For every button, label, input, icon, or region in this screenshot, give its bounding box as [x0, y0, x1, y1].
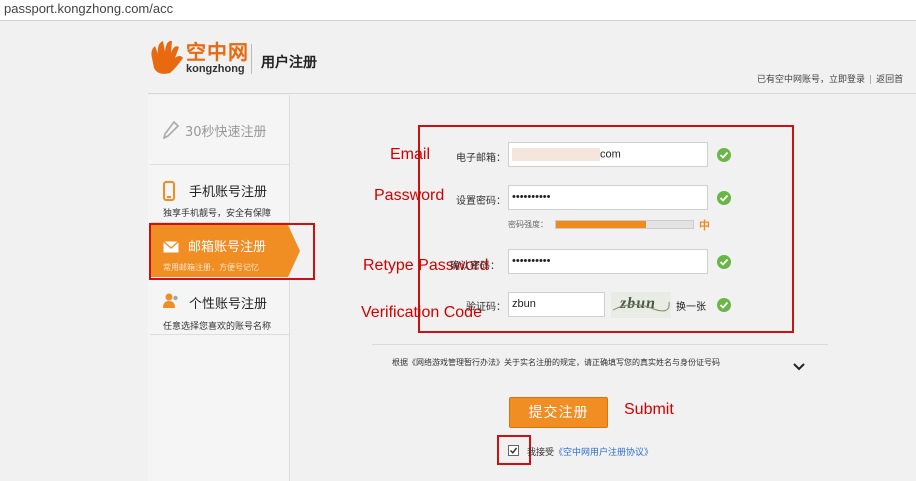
strength-text: 中	[699, 219, 710, 232]
header-divider	[148, 93, 916, 94]
sidebar-quick-register[interactable]: 30秒快速注册	[185, 121, 267, 140]
check-icon	[717, 255, 731, 269]
strength-label: 密码强度：	[508, 220, 548, 229]
email-value: com	[600, 148, 621, 161]
sidebar-item-phone-desc: 独享手机靓号，安全有保障	[163, 209, 272, 219]
redacted-email	[512, 148, 600, 161]
real-name-notice: 根据《网络游戏管理暂行办法》关于实名注册的规定，请正确填写您的真实姓名与身份证号…	[392, 358, 720, 367]
top-links: 已有空中网账号，立即登录 | 返回首	[757, 72, 903, 85]
confirm-password-field[interactable]: ••••••••••	[508, 249, 708, 274]
verification-code-label: 验证码：	[466, 302, 506, 313]
check-icon	[717, 191, 731, 205]
person-icon	[163, 292, 179, 312]
phone-icon	[163, 181, 175, 205]
address-bar[interactable]: passport.kongzhong.com/acc	[0, 0, 916, 21]
pencil-icon	[162, 120, 180, 143]
email-field[interactable]: com	[508, 142, 708, 167]
strength-meter	[555, 220, 694, 229]
email-label: 电子邮箱：	[456, 153, 506, 164]
agree-label: 我接受	[527, 448, 555, 458]
verification-code-field[interactable]: zbun	[508, 292, 605, 317]
password-label: 设置密码：	[456, 196, 506, 207]
highlight-box-agree	[497, 435, 531, 465]
back-home-link[interactable]: 返回首	[876, 75, 903, 85]
password-field[interactable]: ••••••••••	[508, 185, 708, 210]
sidebar-divider	[150, 164, 289, 165]
agreement-link[interactable]: 《空中网用户注册协议》	[554, 448, 653, 458]
login-link[interactable]: 已有空中网账号，立即登录	[757, 75, 865, 85]
confirm-password-label: 确认密码：	[450, 261, 500, 272]
submit-button[interactable]: 提交注册	[509, 397, 608, 428]
logo-subtext: kongzhong	[186, 63, 245, 75]
url-text: passport.kongzhong.com/acc	[4, 1, 174, 16]
strength-fill	[556, 221, 647, 228]
link-separator: |	[869, 75, 873, 85]
hand-logo-icon	[146, 38, 186, 76]
sidebar	[148, 95, 290, 481]
sidebar-divider	[150, 334, 289, 335]
annotation-submit: Submit	[624, 401, 674, 418]
check-icon	[717, 148, 731, 162]
form-divider	[372, 344, 828, 345]
logo-divider	[251, 44, 252, 74]
page-title: 用户注册	[261, 55, 317, 71]
agree-text: 我接受《空中网用户注册协议》	[527, 445, 653, 458]
refresh-captcha-link[interactable]: 换一张	[676, 298, 706, 313]
captcha-image[interactable]: zbun	[611, 292, 671, 318]
sidebar-item-personal-desc: 任意选择您喜欢的账号名称	[163, 322, 272, 332]
highlight-box-sidebar	[149, 223, 315, 280]
logo-text: 空中网	[186, 40, 249, 64]
sidebar-item-phone[interactable]: 手机账号注册	[189, 181, 267, 200]
chevron-down-icon[interactable]	[792, 357, 806, 371]
sidebar-item-personal[interactable]: 个性账号注册	[189, 293, 267, 312]
check-icon	[717, 298, 731, 312]
